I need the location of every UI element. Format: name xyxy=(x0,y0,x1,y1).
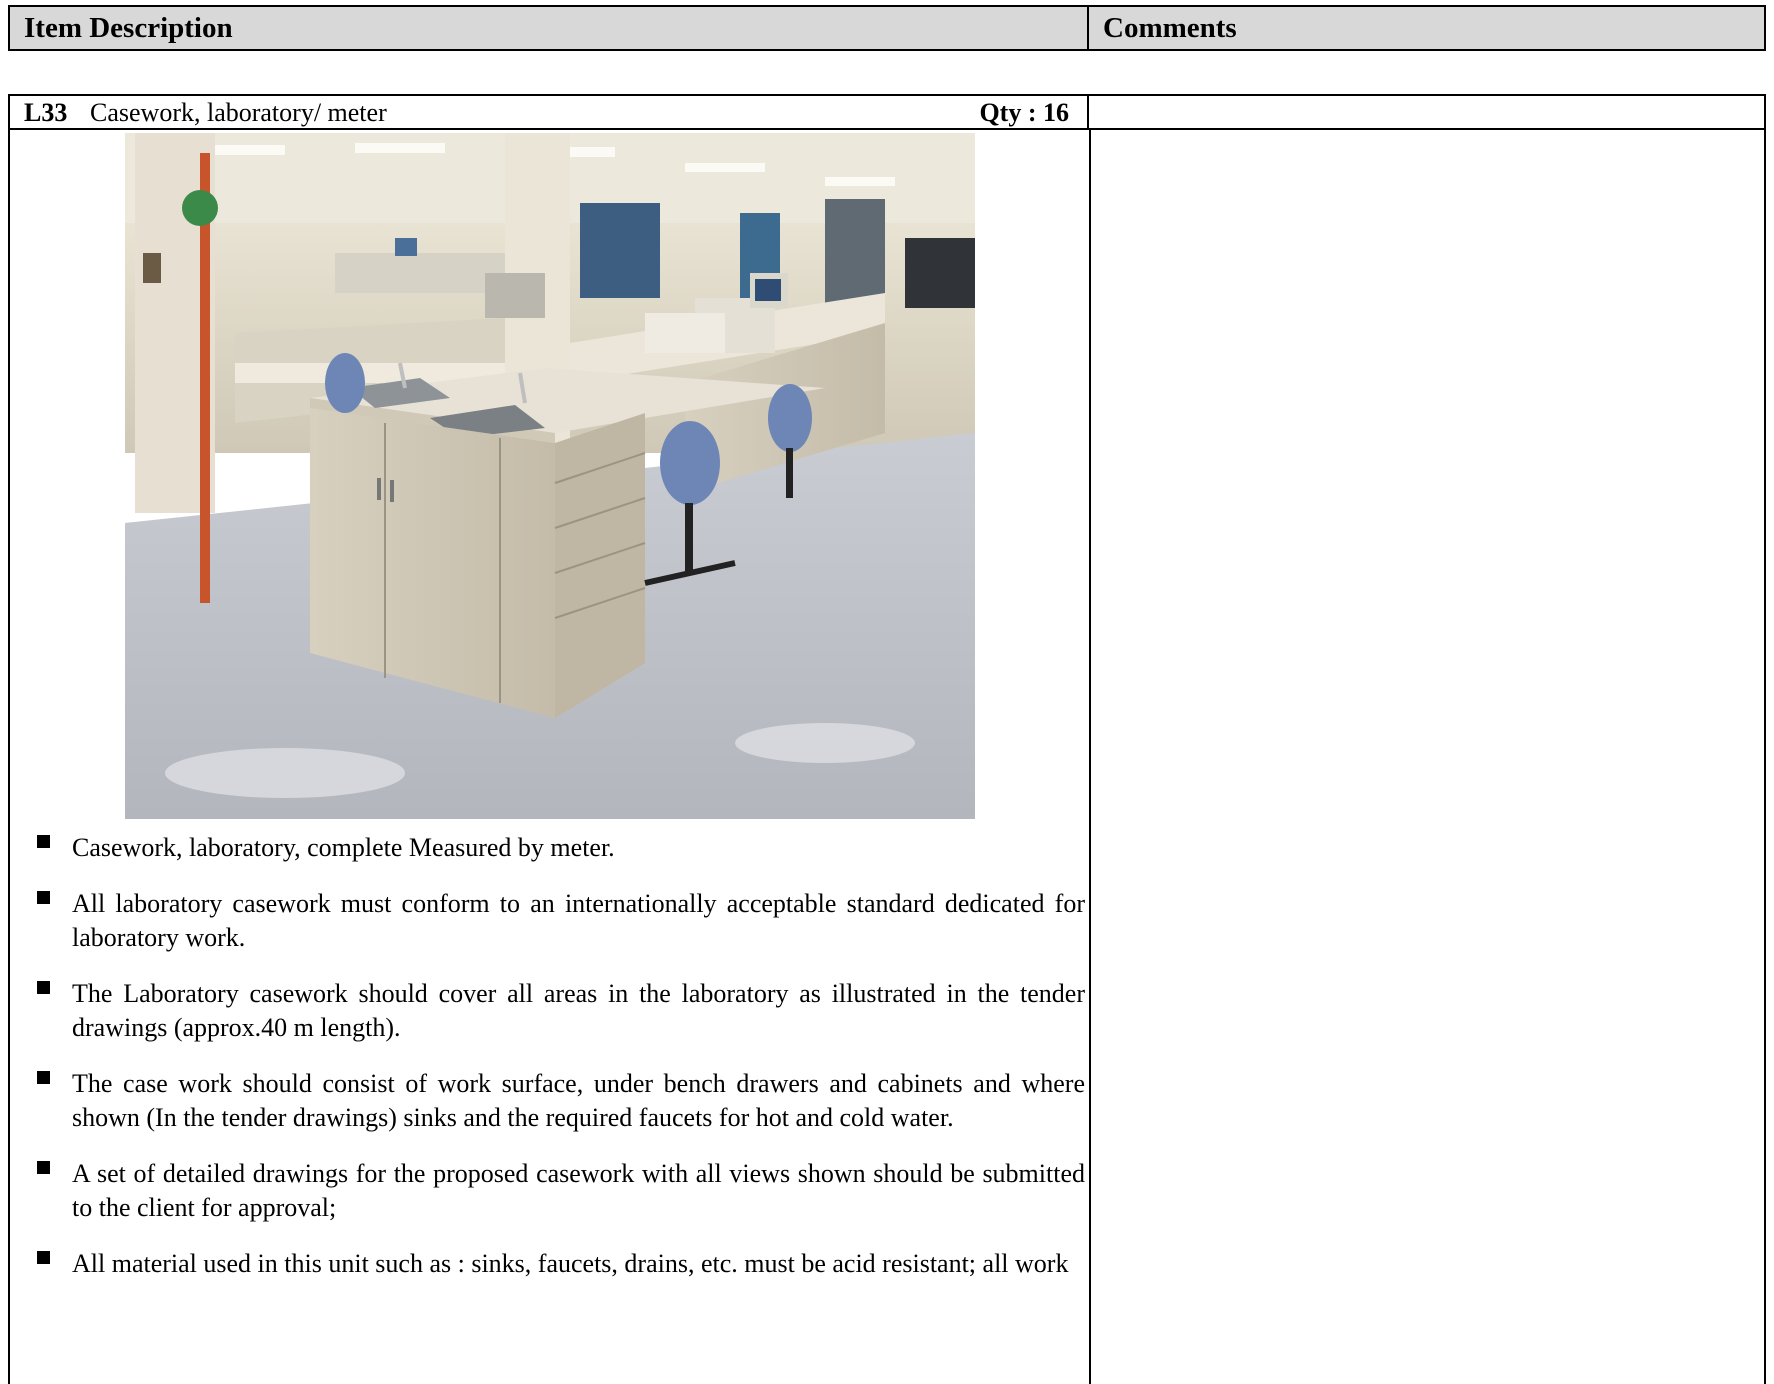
table-header: Item Description Comments xyxy=(8,5,1766,51)
item-header-row: L33 Casework, laboratory/ meter Qty : 16 xyxy=(10,96,1089,130)
bullet-square-icon xyxy=(37,1071,50,1084)
header-item-description: Item Description xyxy=(10,7,1089,49)
list-item: A set of detailed drawings for the propo… xyxy=(30,1157,1085,1225)
item-table: L33 Casework, laboratory/ meter Qty : 16 xyxy=(8,94,1766,1384)
list-item: All laboratory casework must conform to … xyxy=(30,887,1085,955)
list-item: Casework, laboratory, complete Measured … xyxy=(30,831,1085,865)
bullet-square-icon xyxy=(37,1251,50,1264)
bullet-square-icon xyxy=(37,981,50,994)
list-item: The case work should consist of work sur… xyxy=(30,1067,1085,1135)
bullet-square-icon xyxy=(37,891,50,904)
item-bullet-list: Casework, laboratory, complete Measured … xyxy=(30,831,1085,1303)
item-code: L33 xyxy=(24,98,68,127)
header-comments: Comments xyxy=(1103,12,1237,44)
column-divider xyxy=(1089,130,1091,1384)
item-description: Casework, laboratory/ meter xyxy=(90,98,387,127)
bullet-square-icon xyxy=(37,835,50,848)
list-item: The Laboratory casework should cover all… xyxy=(30,977,1085,1045)
item-quantity: Qty : 16 xyxy=(979,98,1069,127)
laboratory-casework-photo xyxy=(125,133,975,819)
list-item: All material used in this unit such as :… xyxy=(30,1247,1085,1281)
comments-header-cell[interactable] xyxy=(1089,96,1764,130)
bullet-square-icon xyxy=(37,1161,50,1174)
